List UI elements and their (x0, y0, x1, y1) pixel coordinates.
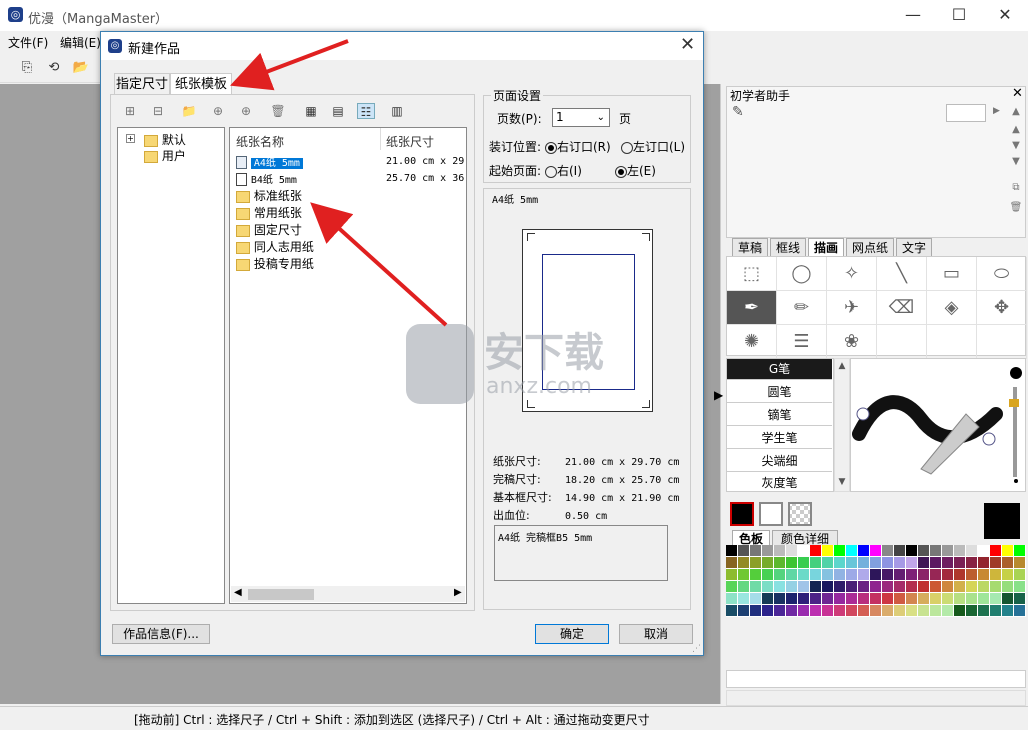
arrow-to-tab (230, 39, 349, 91)
arrow-to-list (310, 202, 448, 327)
annotation-arrows (230, 39, 448, 327)
